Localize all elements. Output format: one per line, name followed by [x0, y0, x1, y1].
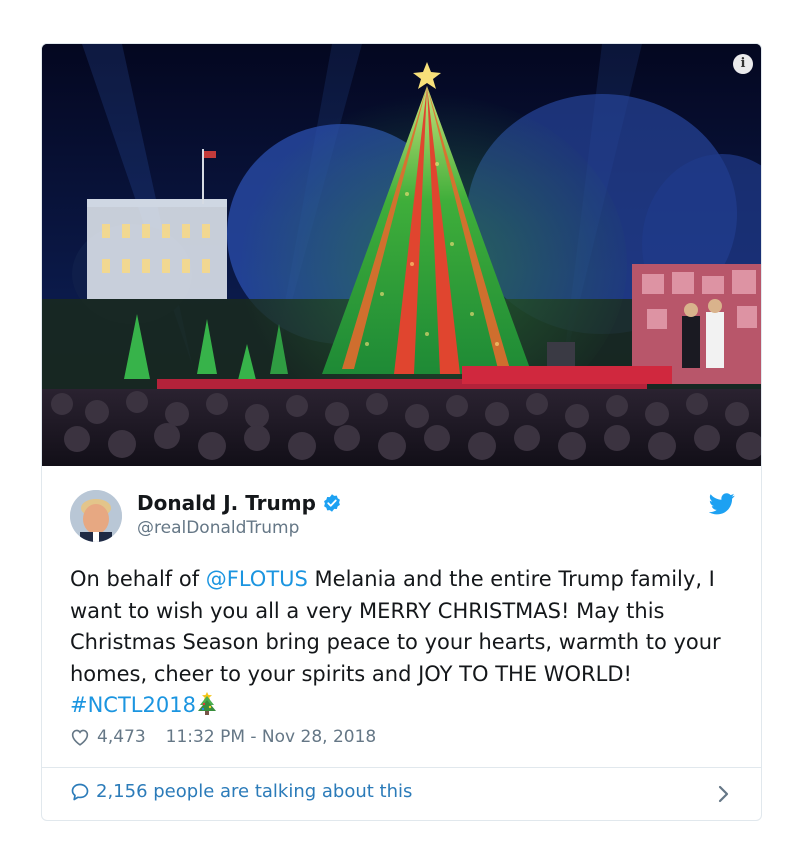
christmas-tree-emoji: [197, 692, 216, 715]
author-handle[interactable]: @realDonaldTrump: [137, 518, 299, 538]
author-name[interactable]: Donald J. Trump: [137, 491, 316, 515]
tweet-photo[interactable]: i: [42, 44, 761, 466]
tweet-timestamp[interactable]: 11:32 PM - Nov 28, 2018: [166, 727, 377, 747]
avatar[interactable]: [70, 490, 122, 542]
christmas-tree-photo: [42, 44, 761, 466]
heart-icon[interactable]: [70, 728, 90, 746]
speech-bubble-icon: [71, 783, 89, 800]
author-name-row: Donald J. Trump: [137, 491, 342, 515]
mention-link[interactable]: @FLOTUS: [206, 567, 308, 591]
verified-badge-icon: [324, 494, 340, 512]
tweet-text-part: On behalf of: [70, 567, 206, 591]
conversation-count-text: 2,156 people are talking about this: [96, 781, 413, 802]
twitter-bird-icon[interactable]: [709, 493, 735, 515]
chevron-right-icon[interactable]: [717, 784, 731, 804]
tweet-text: On behalf of @FLOTUS Melania and the ent…: [70, 564, 740, 722]
tweet-meta: 4,473 11:32 PM - Nov 28, 2018: [70, 727, 376, 747]
tweet-card: i Donald J. Trump @realDonaldTrump On be…: [41, 43, 762, 821]
divider: [42, 767, 761, 768]
info-icon[interactable]: i: [733, 54, 753, 74]
hashtag-link[interactable]: #NCTL2018: [70, 693, 196, 717]
conversation-link[interactable]: 2,156 people are talking about this: [70, 781, 412, 802]
like-count[interactable]: 4,473: [97, 727, 146, 747]
tweet-header: Donald J. Trump @realDonaldTrump: [70, 487, 735, 547]
